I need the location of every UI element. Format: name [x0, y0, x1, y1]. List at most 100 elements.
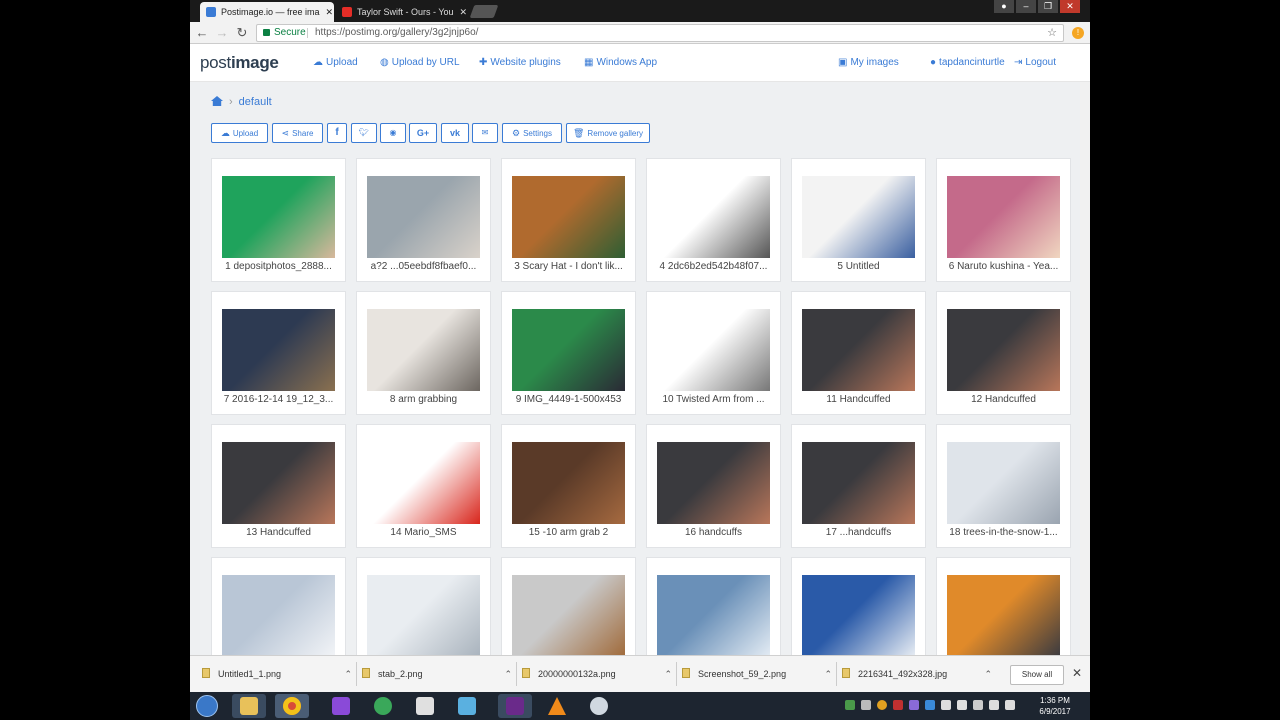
taskbar-paint[interactable] — [582, 694, 616, 718]
taskbar-app-3[interactable] — [324, 694, 358, 718]
tray-icon[interactable] — [845, 700, 855, 710]
network-icon[interactable] — [1005, 700, 1015, 710]
tab-postimage[interactable]: Postimage.io — free ima ✕ — [200, 2, 334, 22]
nav-logout[interactable]: ⇥ Logout — [1014, 57, 1056, 68]
secure-indicator[interactable]: Secure — [263, 25, 306, 41]
image-caption[interactable]: 17 ...handcuffs — [798, 527, 919, 538]
gallery-card[interactable]: 18 trees-in-the-snow-1... — [936, 424, 1071, 548]
url-text[interactable]: https://postimg.org/gallery/3g2jnjp6o/ — [315, 25, 478, 41]
image-thumbnail[interactable] — [512, 442, 625, 524]
show-all-button[interactable]: Show all — [1010, 665, 1064, 685]
image-caption[interactable]: 12 Handcuffed — [943, 394, 1064, 405]
close-window-icon[interactable]: ✕ — [1060, 0, 1080, 13]
download-item[interactable]: 2216341_492x328.jpg ⌃ — [842, 664, 992, 684]
reddit-button[interactable]: ◉ — [380, 123, 406, 143]
gallery-card[interactable]: 5 Untitled — [791, 158, 926, 282]
image-thumbnail[interactable] — [512, 309, 625, 391]
image-thumbnail[interactable] — [222, 309, 335, 391]
image-caption[interactable]: 1 depositphotos_2888... — [218, 261, 339, 272]
gallery-card[interactable]: 11 Handcuffed — [791, 291, 926, 415]
gallery-card[interactable] — [356, 557, 491, 655]
image-thumbnail[interactable] — [802, 442, 915, 524]
googleplus-button[interactable]: G+ — [409, 123, 437, 143]
back-icon[interactable]: ← — [194, 25, 210, 41]
gallery-card[interactable] — [791, 557, 926, 655]
settings-button[interactable]: ⚙ Settings — [502, 123, 562, 143]
minimize-icon[interactable]: – — [1016, 0, 1036, 13]
nav-user[interactable]: ● tapdancinturtle — [930, 57, 1005, 68]
image-thumbnail[interactable] — [947, 575, 1060, 655]
download-item[interactable]: stab_2.png ⌃ — [362, 664, 512, 684]
image-thumbnail[interactable] — [947, 442, 1060, 524]
close-icon[interactable]: ✕ — [1072, 666, 1082, 680]
gallery-card[interactable]: 4 2dc6b2ed542b48f07... — [646, 158, 781, 282]
taskbar-app-4[interactable] — [366, 694, 400, 718]
image-thumbnail[interactable] — [367, 575, 480, 655]
volume-icon[interactable] — [989, 700, 999, 710]
address-bar[interactable]: Secure https://postimg.org/gallery/3g2jn… — [256, 24, 1064, 42]
nav-website-plugins[interactable]: ✚ Website plugins — [479, 57, 561, 68]
gallery-card[interactable] — [936, 557, 1071, 655]
image-thumbnail[interactable] — [947, 176, 1060, 258]
image-caption[interactable]: 18 trees-in-the-snow-1... — [943, 527, 1064, 538]
image-thumbnail[interactable] — [512, 176, 625, 258]
image-thumbnail[interactable] — [657, 575, 770, 655]
gallery-card[interactable]: 12 Handcuffed — [936, 291, 1071, 415]
chevron-up-icon[interactable]: ⌃ — [344, 664, 352, 684]
image-thumbnail[interactable] — [367, 309, 480, 391]
new-tab-button[interactable] — [469, 5, 499, 18]
taskbar-explorer[interactable] — [232, 694, 266, 718]
tray-icon[interactable] — [973, 700, 983, 710]
share-button[interactable]: ⋖ Share — [272, 123, 323, 143]
taskbar-app-5[interactable] — [408, 694, 442, 718]
gallery-card[interactable]: 16 handcuffs — [646, 424, 781, 548]
download-item[interactable]: 20000000132a.png ⌃ — [522, 664, 672, 684]
image-thumbnail[interactable] — [802, 176, 915, 258]
image-caption[interactable]: 16 handcuffs — [653, 527, 774, 538]
postimage-logo[interactable]: postimage — [200, 53, 279, 73]
remove-gallery-button[interactable]: 🗑︎ Remove gallery — [566, 123, 650, 143]
tray-icon[interactable] — [909, 700, 919, 710]
nav-windows-app[interactable]: ▦ Windows App — [584, 57, 657, 68]
clock[interactable]: 1:36 PM 6/9/2017 — [1030, 695, 1080, 717]
image-thumbnail[interactable] — [802, 575, 915, 655]
user-icon[interactable]: ● — [994, 0, 1014, 13]
gallery-card[interactable] — [646, 557, 781, 655]
taskbar-chrome[interactable] — [275, 694, 309, 718]
home-icon[interactable] — [211, 96, 223, 106]
image-caption[interactable]: 13 Handcuffed — [218, 527, 339, 538]
upload-button[interactable]: ☁ Upload — [211, 123, 268, 143]
nav-my-images[interactable]: ▣ My images — [838, 57, 899, 68]
extension-icon[interactable]: ! — [1072, 27, 1084, 39]
restore-icon[interactable]: ❐ — [1038, 0, 1058, 13]
taskbar-app-7[interactable] — [498, 694, 532, 718]
facebook-button[interactable]: f — [327, 123, 347, 143]
gallery-card[interactable]: a?2 ...05eebdf8fbaef0... — [356, 158, 491, 282]
image-thumbnail[interactable] — [367, 442, 480, 524]
image-caption[interactable]: 14 Mario_SMS — [363, 527, 484, 538]
image-caption[interactable]: 15 -10 arm grab 2 — [508, 527, 629, 538]
tray-icon[interactable] — [925, 700, 935, 710]
taskbar-app-6[interactable] — [450, 694, 484, 718]
tray-icon[interactable] — [893, 700, 903, 710]
forward-icon[interactable]: → — [214, 25, 230, 41]
image-thumbnail[interactable] — [222, 176, 335, 258]
gallery-card[interactable]: 1 depositphotos_2888... — [211, 158, 346, 282]
image-caption[interactable]: 10 Twisted Arm from ... — [653, 394, 774, 405]
gallery-card[interactable]: 9 IMG_4449-1-500x453 — [501, 291, 636, 415]
image-caption[interactable]: 11 Handcuffed — [798, 394, 919, 405]
chevron-up-icon[interactable]: ⌃ — [824, 664, 832, 684]
gallery-card[interactable] — [501, 557, 636, 655]
chevron-up-icon[interactable]: ⌃ — [664, 664, 672, 684]
gallery-card[interactable]: 7 2016-12-14 19_12_3... — [211, 291, 346, 415]
image-thumbnail[interactable] — [367, 176, 480, 258]
breadcrumb-current[interactable]: default — [239, 96, 272, 108]
close-icon[interactable]: ✕ — [454, 7, 468, 18]
chevron-up-icon[interactable]: ⌃ — [984, 664, 992, 684]
image-caption[interactable]: a?2 ...05eebdf8fbaef0... — [363, 261, 484, 272]
tray-icon[interactable] — [877, 700, 887, 710]
image-thumbnail[interactable] — [657, 309, 770, 391]
gallery-card[interactable]: 15 -10 arm grab 2 — [501, 424, 636, 548]
download-item[interactable]: Untitled1_1.png ⌃ — [202, 664, 352, 684]
gallery-card[interactable] — [211, 557, 346, 655]
